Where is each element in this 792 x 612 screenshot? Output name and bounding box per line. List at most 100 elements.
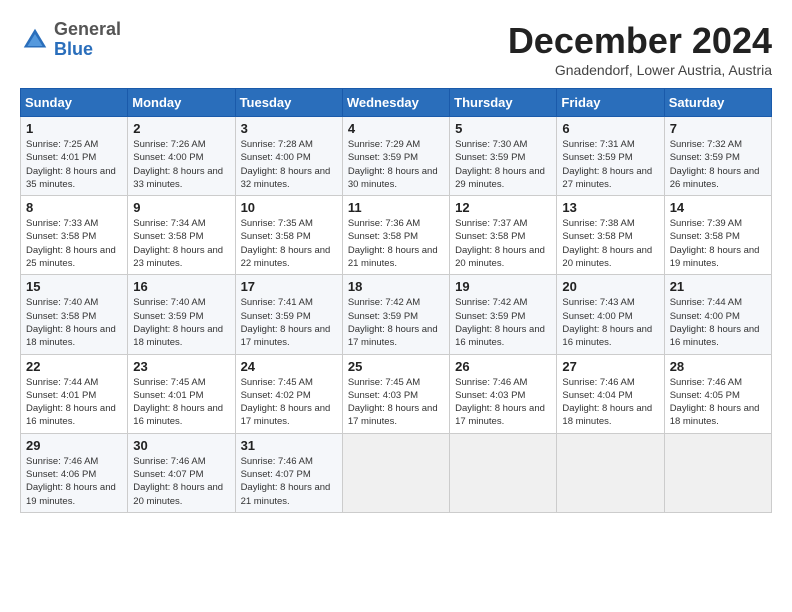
logo-general: General	[54, 20, 121, 40]
day-info: Sunrise: 7:45 AM Sunset: 4:02 PM Dayligh…	[241, 376, 337, 429]
weekday-header: Sunday	[21, 89, 128, 117]
calendar-week-row: 1 Sunrise: 7:25 AM Sunset: 4:01 PM Dayli…	[21, 117, 772, 196]
calendar-day-cell: 30 Sunrise: 7:46 AM Sunset: 4:07 PM Dayl…	[128, 433, 235, 512]
day-number: 12	[455, 200, 551, 215]
day-info: Sunrise: 7:41 AM Sunset: 3:59 PM Dayligh…	[241, 296, 337, 349]
day-info: Sunrise: 7:37 AM Sunset: 3:58 PM Dayligh…	[455, 217, 551, 270]
weekday-header: Monday	[128, 89, 235, 117]
day-info: Sunrise: 7:39 AM Sunset: 3:58 PM Dayligh…	[670, 217, 766, 270]
day-number: 22	[26, 359, 122, 374]
calendar-day-cell: 22 Sunrise: 7:44 AM Sunset: 4:01 PM Dayl…	[21, 354, 128, 433]
day-info: Sunrise: 7:38 AM Sunset: 3:58 PM Dayligh…	[562, 217, 658, 270]
month-title: December 2024	[508, 20, 772, 62]
day-number: 31	[241, 438, 337, 453]
calendar-day-cell: 17 Sunrise: 7:41 AM Sunset: 3:59 PM Dayl…	[235, 275, 342, 354]
day-number: 21	[670, 279, 766, 294]
day-number: 13	[562, 200, 658, 215]
calendar-week-row: 22 Sunrise: 7:44 AM Sunset: 4:01 PM Dayl…	[21, 354, 772, 433]
weekday-header: Tuesday	[235, 89, 342, 117]
calendar-day-cell	[664, 433, 771, 512]
day-number: 23	[133, 359, 229, 374]
calendar-day-cell: 5 Sunrise: 7:30 AM Sunset: 3:59 PM Dayli…	[450, 117, 557, 196]
day-number: 11	[348, 200, 444, 215]
day-info: Sunrise: 7:42 AM Sunset: 3:59 PM Dayligh…	[348, 296, 444, 349]
calendar-day-cell: 9 Sunrise: 7:34 AM Sunset: 3:58 PM Dayli…	[128, 196, 235, 275]
logo: General Blue	[20, 20, 121, 60]
day-info: Sunrise: 7:45 AM Sunset: 4:03 PM Dayligh…	[348, 376, 444, 429]
day-info: Sunrise: 7:25 AM Sunset: 4:01 PM Dayligh…	[26, 138, 122, 191]
day-number: 9	[133, 200, 229, 215]
calendar-day-cell: 25 Sunrise: 7:45 AM Sunset: 4:03 PM Dayl…	[342, 354, 449, 433]
weekday-header-row: SundayMondayTuesdayWednesdayThursdayFrid…	[21, 89, 772, 117]
weekday-header: Saturday	[664, 89, 771, 117]
day-info: Sunrise: 7:34 AM Sunset: 3:58 PM Dayligh…	[133, 217, 229, 270]
day-info: Sunrise: 7:32 AM Sunset: 3:59 PM Dayligh…	[670, 138, 766, 191]
calendar-day-cell: 4 Sunrise: 7:29 AM Sunset: 3:59 PM Dayli…	[342, 117, 449, 196]
day-number: 8	[26, 200, 122, 215]
calendar-day-cell: 15 Sunrise: 7:40 AM Sunset: 3:58 PM Dayl…	[21, 275, 128, 354]
calendar-day-cell: 12 Sunrise: 7:37 AM Sunset: 3:58 PM Dayl…	[450, 196, 557, 275]
day-number: 4	[348, 121, 444, 136]
day-number: 29	[26, 438, 122, 453]
day-info: Sunrise: 7:46 AM Sunset: 4:06 PM Dayligh…	[26, 455, 122, 508]
day-number: 17	[241, 279, 337, 294]
day-number: 7	[670, 121, 766, 136]
day-number: 24	[241, 359, 337, 374]
logo-icon	[20, 25, 50, 55]
calendar-day-cell: 10 Sunrise: 7:35 AM Sunset: 3:58 PM Dayl…	[235, 196, 342, 275]
day-number: 5	[455, 121, 551, 136]
day-info: Sunrise: 7:35 AM Sunset: 3:58 PM Dayligh…	[241, 217, 337, 270]
day-info: Sunrise: 7:31 AM Sunset: 3:59 PM Dayligh…	[562, 138, 658, 191]
calendar-day-cell	[557, 433, 664, 512]
day-number: 26	[455, 359, 551, 374]
calendar-week-row: 15 Sunrise: 7:40 AM Sunset: 3:58 PM Dayl…	[21, 275, 772, 354]
calendar-day-cell: 6 Sunrise: 7:31 AM Sunset: 3:59 PM Dayli…	[557, 117, 664, 196]
calendar-day-cell: 24 Sunrise: 7:45 AM Sunset: 4:02 PM Dayl…	[235, 354, 342, 433]
day-number: 3	[241, 121, 337, 136]
day-number: 2	[133, 121, 229, 136]
day-info: Sunrise: 7:43 AM Sunset: 4:00 PM Dayligh…	[562, 296, 658, 349]
calendar-day-cell: 28 Sunrise: 7:46 AM Sunset: 4:05 PM Dayl…	[664, 354, 771, 433]
day-number: 15	[26, 279, 122, 294]
calendar-day-cell: 31 Sunrise: 7:46 AM Sunset: 4:07 PM Dayl…	[235, 433, 342, 512]
calendar-day-cell: 23 Sunrise: 7:45 AM Sunset: 4:01 PM Dayl…	[128, 354, 235, 433]
calendar-day-cell: 2 Sunrise: 7:26 AM Sunset: 4:00 PM Dayli…	[128, 117, 235, 196]
day-info: Sunrise: 7:44 AM Sunset: 4:00 PM Dayligh…	[670, 296, 766, 349]
calendar-day-cell	[342, 433, 449, 512]
page-header: General Blue December 2024 Gnadendorf, L…	[20, 20, 772, 78]
day-number: 20	[562, 279, 658, 294]
calendar-day-cell: 7 Sunrise: 7:32 AM Sunset: 3:59 PM Dayli…	[664, 117, 771, 196]
day-number: 16	[133, 279, 229, 294]
logo-blue: Blue	[54, 40, 121, 60]
day-info: Sunrise: 7:28 AM Sunset: 4:00 PM Dayligh…	[241, 138, 337, 191]
day-info: Sunrise: 7:26 AM Sunset: 4:00 PM Dayligh…	[133, 138, 229, 191]
day-info: Sunrise: 7:44 AM Sunset: 4:01 PM Dayligh…	[26, 376, 122, 429]
calendar-day-cell: 26 Sunrise: 7:46 AM Sunset: 4:03 PM Dayl…	[450, 354, 557, 433]
calendar-day-cell: 18 Sunrise: 7:42 AM Sunset: 3:59 PM Dayl…	[342, 275, 449, 354]
day-info: Sunrise: 7:45 AM Sunset: 4:01 PM Dayligh…	[133, 376, 229, 429]
calendar-day-cell: 8 Sunrise: 7:33 AM Sunset: 3:58 PM Dayli…	[21, 196, 128, 275]
day-number: 25	[348, 359, 444, 374]
day-number: 19	[455, 279, 551, 294]
calendar-day-cell: 14 Sunrise: 7:39 AM Sunset: 3:58 PM Dayl…	[664, 196, 771, 275]
day-info: Sunrise: 7:46 AM Sunset: 4:07 PM Dayligh…	[133, 455, 229, 508]
day-number: 6	[562, 121, 658, 136]
location-subtitle: Gnadendorf, Lower Austria, Austria	[508, 62, 772, 78]
day-info: Sunrise: 7:30 AM Sunset: 3:59 PM Dayligh…	[455, 138, 551, 191]
calendar-day-cell: 29 Sunrise: 7:46 AM Sunset: 4:06 PM Dayl…	[21, 433, 128, 512]
calendar-week-row: 8 Sunrise: 7:33 AM Sunset: 3:58 PM Dayli…	[21, 196, 772, 275]
day-info: Sunrise: 7:40 AM Sunset: 3:59 PM Dayligh…	[133, 296, 229, 349]
calendar-week-row: 29 Sunrise: 7:46 AM Sunset: 4:06 PM Dayl…	[21, 433, 772, 512]
calendar-day-cell: 27 Sunrise: 7:46 AM Sunset: 4:04 PM Dayl…	[557, 354, 664, 433]
calendar-day-cell	[450, 433, 557, 512]
day-info: Sunrise: 7:46 AM Sunset: 4:05 PM Dayligh…	[670, 376, 766, 429]
day-info: Sunrise: 7:36 AM Sunset: 3:58 PM Dayligh…	[348, 217, 444, 270]
day-info: Sunrise: 7:29 AM Sunset: 3:59 PM Dayligh…	[348, 138, 444, 191]
calendar-day-cell: 19 Sunrise: 7:42 AM Sunset: 3:59 PM Dayl…	[450, 275, 557, 354]
calendar-day-cell: 21 Sunrise: 7:44 AM Sunset: 4:00 PM Dayl…	[664, 275, 771, 354]
day-number: 1	[26, 121, 122, 136]
calendar-day-cell: 1 Sunrise: 7:25 AM Sunset: 4:01 PM Dayli…	[21, 117, 128, 196]
day-number: 27	[562, 359, 658, 374]
calendar-day-cell: 16 Sunrise: 7:40 AM Sunset: 3:59 PM Dayl…	[128, 275, 235, 354]
weekday-header: Wednesday	[342, 89, 449, 117]
